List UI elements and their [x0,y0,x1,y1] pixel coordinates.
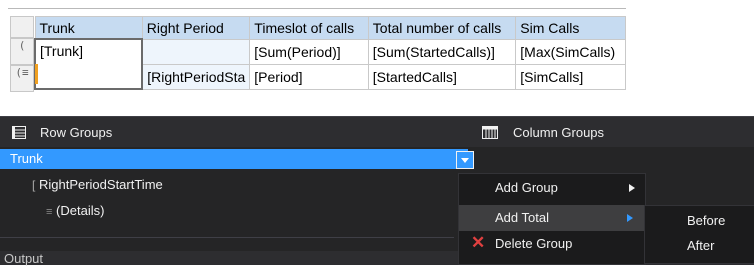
row-handle-header[interactable] [10,16,34,38]
row-handle-2-glyph: (≡ [15,66,29,79]
delete-icon: ✕ [471,233,486,252]
group-indicator-mark [35,64,38,84]
header-cell-timeslot[interactable]: Timeslot of calls [249,16,369,40]
group-context-menu: Add Group Add Total ✕ Delete Group [458,173,646,265]
row-handle-1-glyph: ( [18,39,26,52]
group-bracket-icon: [ [32,178,36,192]
row-group-item-trunk[interactable]: Trunk [0,149,468,169]
period-detail-cell[interactable]: [Period] [249,63,369,90]
started-calls-detail-cell[interactable]: [StartedCalls] [367,63,517,90]
timeslot-total-cell[interactable]: [Sum(Period)] [249,38,369,65]
submenu-item-after[interactable]: After [645,234,754,258]
pane-separator [0,237,454,238]
report-design-surface: ( (≡ Trunk Right Period Timeslot of call… [0,0,754,116]
header-cell-total-calls[interactable]: Total number of calls [367,16,517,40]
row-group-item-right-period[interactable]: [ RightPeriodStartTime [32,177,163,192]
row-group-item-details[interactable]: ≡ (Details) [46,203,104,218]
row-group-item-details-label: (Details) [56,203,105,218]
row-groups-title: Row Groups [40,125,113,140]
output-label: Output [4,251,44,266]
group-dropdown-button[interactable] [456,151,474,169]
row-groups-icon [12,126,26,144]
tablix[interactable]: ( (≡ Trunk Right Period Timeslot of call… [10,8,626,98]
add-total-submenu: Before After [644,205,754,264]
column-groups-title: Column Groups [513,125,605,140]
submenu-item-before[interactable]: Before [645,209,754,233]
menu-item-add-total-label: Add Total [495,210,549,225]
grouping-pane-header: Row Groups Column Groups [0,117,754,147]
submenu-item-before-label: Before [687,213,726,228]
menu-item-add-group-label: Add Group [495,180,558,195]
row-group-item-right-period-label: RightPeriodStartTime [38,177,163,192]
right-period-group-cell[interactable]: [RightPeriodSta [141,63,251,90]
row-group-item-trunk-label: Trunk [10,151,43,166]
sim-calls-detail-cell[interactable]: [SimCalls] [515,63,626,90]
header-row: Trunk Right Period Timeslot of calls Tot… [34,16,626,40]
right-period-group-cell-empty[interactable] [141,38,251,65]
menu-item-add-total[interactable]: Add Total [459,205,645,231]
trunk-group-cell[interactable]: [Trunk] [33,38,144,90]
submenu-arrow-icon [627,214,633,222]
menu-item-delete-group-label: Delete Group [495,236,573,251]
started-calls-total-cell[interactable]: [Sum(StartedCalls)] [367,38,517,65]
column-groups-icon [482,126,498,144]
tablix-grid: Trunk Right Period Timeslot of calls Tot… [33,16,626,90]
header-cell-right-period[interactable]: Right Period [141,16,251,40]
menu-item-delete-group[interactable]: ✕ Delete Group [459,231,645,257]
row-handle-2[interactable]: (≡ [10,65,34,92]
details-lines-icon: ≡ [46,206,53,218]
row-handle-1[interactable]: ( [10,38,34,65]
menu-item-add-group[interactable]: Add Group [459,175,645,201]
sim-calls-total-cell[interactable]: [Max(SimCalls) [515,38,626,65]
submenu-item-after-label: After [687,238,715,253]
table-row: [Trunk] [Sum(Period)] [Sum(StartedCalls)… [33,38,626,90]
header-cell-trunk[interactable]: Trunk [34,16,143,40]
submenu-arrow-icon [629,184,635,192]
header-cell-sim-calls[interactable]: Sim Calls [515,16,626,40]
chevron-down-icon [461,158,469,163]
